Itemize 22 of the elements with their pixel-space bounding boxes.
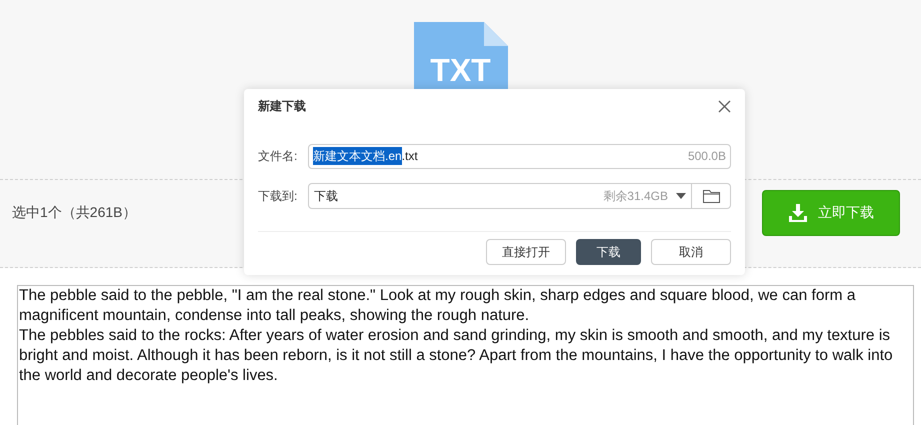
- dialog-button[interactable]: 直接打开: [486, 239, 566, 265]
- field-label: 文件名:: [258, 148, 298, 165]
- folder-icon: [702, 190, 720, 202]
- close-icon[interactable]: [718, 100, 731, 112]
- browse-folder-button[interactable]: [692, 183, 731, 209]
- destination-dropdown[interactable]: 下载 剩余31.4GB: [308, 183, 692, 209]
- free-space: 剩余31.4GB: [603, 188, 668, 205]
- file-size: 500.0B: [688, 148, 726, 165]
- filename-field[interactable]: 新建文本文档.en.txt 500.0B: [308, 144, 731, 168]
- download-icon: [788, 202, 808, 222]
- destination-value: 下载: [314, 188, 338, 205]
- dialog-button[interactable]: 取消: [651, 239, 731, 265]
- filename-text: .txt: [402, 148, 418, 165]
- dropdown-arrow-icon: [676, 193, 686, 199]
- dialog-title: 新建下载: [258, 98, 306, 115]
- field-label: 下载到:: [258, 188, 298, 205]
- download-button[interactable]: 下载: [576, 239, 641, 265]
- selection-summary: 选中1个（共261B）: [12, 203, 136, 222]
- text-area[interactable]: [17, 285, 914, 425]
- paragraph: The pebbles said to the rocks: After years of water erosion and sand grinding, my skin is smooth and smooth, and my texture is bright and moist. Although it has been reborn, is it not still a stone? Apart from the mountains, I have the opportunity to walk into the world and decorate people's lives.: [19, 326, 894, 386]
- paragraph: The pebble said to the pebble, "I am the real stone." Look at my rough skin, sharp edges and square blood, we can form a magnificent mountain, condense into tall peaks, showing the rough nature.: [19, 286, 856, 326]
- selected-text: 新建文本文档.en: [313, 147, 402, 165]
